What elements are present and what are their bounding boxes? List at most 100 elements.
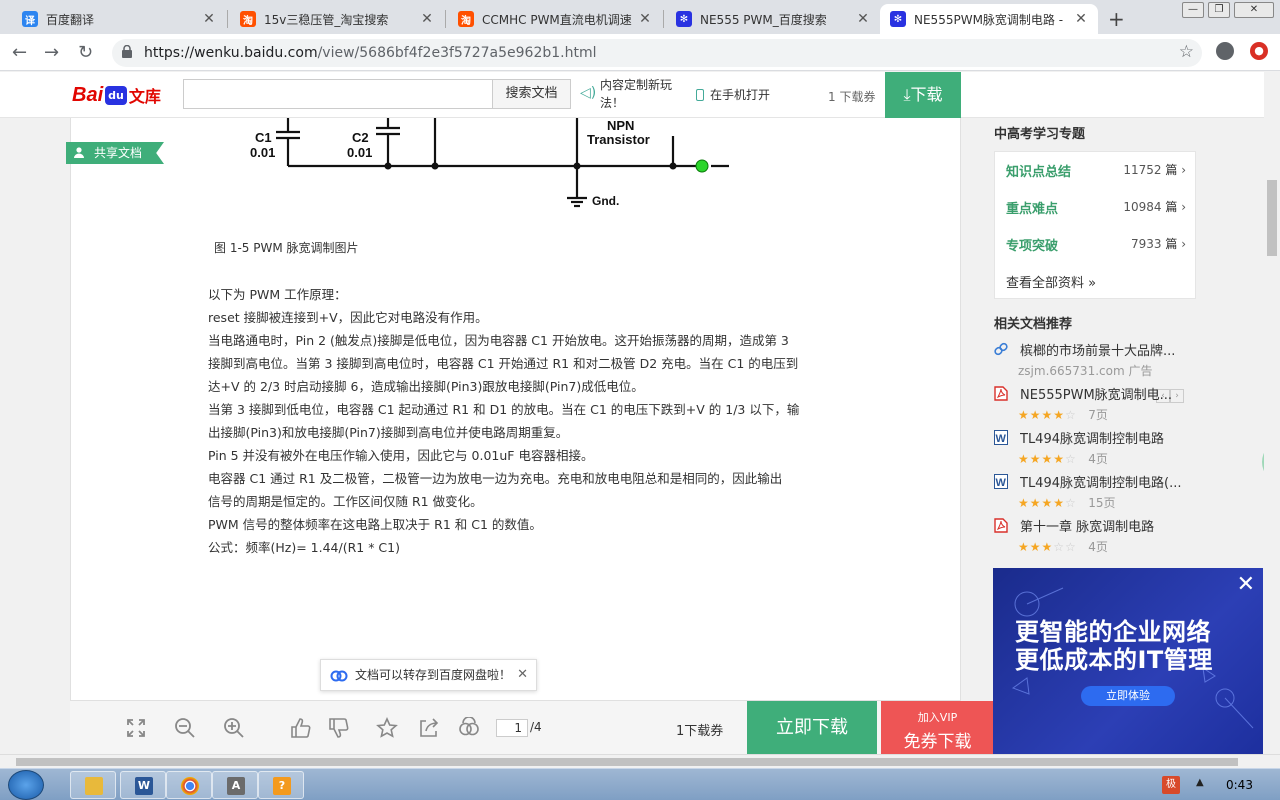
taobao-icon: 淘: [240, 11, 256, 27]
custom-content-link[interactable]: ◁) 内容定制新玩法！: [580, 76, 676, 112]
ime-indicator[interactable]: 极: [1162, 776, 1180, 794]
new-tab-button[interactable]: +: [1108, 7, 1125, 31]
bookmark-star-icon[interactable]: ☆: [1179, 42, 1194, 62]
browser-tab-strip: 译 百度翻译 ✕ 淘 15v三稳压管_淘宝搜索 ✕ 淘 CCMHC PWM直流电…: [0, 0, 1280, 34]
close-ad-icon[interactable]: ✕: [1237, 572, 1255, 597]
vip-join-label: 加入VIP: [917, 711, 958, 724]
browser-tab[interactable]: 译 百度翻译 ✕: [12, 4, 226, 34]
search-input[interactable]: 搜索文档: [183, 79, 571, 109]
clock[interactable]: 0:43: [1226, 778, 1253, 792]
view-all-link[interactable]: 查看全部资料 »: [1006, 272, 1096, 291]
browser-tab-active[interactable]: ✻ NE555PWM脉宽调制电路 - ✕: [880, 4, 1098, 34]
browser-toolbar: ← → ↻ https://wenku.baidu.com/view/5686b…: [0, 34, 1280, 71]
share-icon[interactable]: [418, 717, 440, 739]
gnd-label: Gnd.: [592, 194, 619, 208]
topic-item[interactable]: 重点难点 10984 篇 ›: [1006, 198, 1186, 217]
shared-document-tag: 共享文档: [66, 142, 164, 164]
save-to-netdisk-tip[interactable]: 文档可以转存到百度网盘啦！ ✕: [320, 659, 537, 691]
close-tab-icon[interactable]: ✕: [856, 11, 870, 27]
vertical-scrollbar[interactable]: [1264, 72, 1280, 754]
shared-document-label: 共享文档: [94, 146, 143, 160]
tab-divider: [445, 10, 446, 28]
close-tab-icon[interactable]: ✕: [202, 11, 216, 27]
tray-expand-icon[interactable]: ▲: [1196, 777, 1204, 788]
search-button[interactable]: 搜索文档: [492, 80, 570, 108]
topic-count: 7933 篇 ›: [1130, 237, 1186, 251]
maximize-button[interactable]: ❐: [1208, 2, 1230, 18]
logo-text-bai: Bai: [72, 83, 104, 106]
zoom-out-icon[interactable]: [174, 717, 196, 739]
advertisement-banner[interactable]: 更智能的企业网络 更低成本的IT管理 立即体验 ✕: [993, 568, 1263, 754]
taskbar-explorer[interactable]: [70, 771, 116, 799]
open-on-mobile-link[interactable]: 在手机打开: [696, 86, 770, 103]
taskbar-app[interactable]: ?: [258, 771, 304, 799]
page-count: 7页: [1088, 408, 1108, 422]
topic-name: 知识点总结: [1006, 165, 1072, 180]
extension-icon[interactable]: ●: [1250, 42, 1268, 60]
browser-tab[interactable]: 淘 15v三稳压管_淘宝搜索 ✕: [230, 4, 444, 34]
topic-item[interactable]: 专项突破 7933 篇 ›: [1006, 235, 1186, 254]
topic-count-number: 10984: [1123, 200, 1162, 214]
browser-tab[interactable]: 淘 CCMHC PWM直流电机调速 ✕: [448, 4, 662, 34]
body-line: 出接脚(Pin3)和放电接脚(Pin7)接脚到高电位并使电路周期重复。: [208, 425, 569, 440]
wenku-header: Bai du 文库 搜索文档 ◁) 内容定制新玩法！ 在手机打开 1 下载券 ⤓…: [0, 72, 1264, 118]
lock-icon: [122, 45, 132, 58]
word-icon: W: [994, 474, 1008, 489]
baidu-paw-icon: ✻: [676, 11, 692, 27]
word-app-icon: W: [135, 777, 153, 795]
topic-count-unit: 篇: [1165, 237, 1178, 251]
header-download-button[interactable]: ⤓下载: [885, 72, 961, 118]
related-doc-title: 第十一章 脉宽调制电路: [1020, 520, 1155, 535]
taobao-icon: 淘: [458, 11, 474, 27]
close-icon[interactable]: ✕: [517, 660, 528, 690]
related-doc-meta: ★★★★☆ 15页: [1018, 494, 1116, 511]
reload-button[interactable]: ↻: [78, 42, 93, 63]
body-line: 信号的周期是恒定的。工作区间仅随 R1 做变化。: [208, 494, 483, 509]
topic-item[interactable]: 知识点总结 11752 篇 ›: [1006, 161, 1186, 180]
page-count: 4页: [1088, 452, 1108, 466]
app-icon: ?: [273, 777, 291, 795]
minimize-button[interactable]: —: [1182, 2, 1204, 18]
thumbs-down-icon[interactable]: [328, 717, 350, 739]
taskbar-chrome[interactable]: [166, 771, 212, 799]
url-path: /view/5686bf4f2e3f5727a5e962b1.html: [317, 45, 597, 61]
browser-tab[interactable]: ✻ NE555 PWM_百度搜索 ✕: [666, 4, 880, 34]
document-body: 以下为 PWM 工作原理： reset 接脚被连接到+V，因此它对电路没有作用。…: [208, 283, 848, 559]
body-line: 达+V 的 2/3 时启动接脚 6，造成输出接脚(Pin3)跟放电接脚(Pin7…: [208, 379, 644, 394]
scroll-thumb[interactable]: [1267, 180, 1277, 256]
page-count: 4页: [1088, 540, 1108, 554]
scroll-thumb[interactable]: [16, 758, 1238, 766]
close-tab-icon[interactable]: ✕: [420, 11, 434, 27]
baidu-wenku-logo[interactable]: Bai du 文库: [72, 82, 161, 108]
favorite-star-icon[interactable]: [376, 717, 398, 739]
download-now-button[interactable]: 立即下载: [747, 701, 877, 754]
close-tab-icon[interactable]: ✕: [1074, 11, 1088, 27]
vip-free-download-button[interactable]: 加入VIP 免券下载: [881, 701, 994, 754]
pdf-icon: [994, 518, 1008, 533]
taskbar-altium[interactable]: A: [212, 771, 258, 799]
ad-cta-button[interactable]: 立即体验: [1081, 686, 1175, 706]
page-number-input[interactable]: 1: [496, 719, 528, 737]
forward-button[interactable]: →: [44, 42, 59, 63]
start-button[interactable]: [8, 770, 44, 800]
fullscreen-icon[interactable]: [125, 717, 147, 739]
save-tip-text: 文档可以转存到百度网盘啦！: [355, 668, 512, 682]
profile-avatar-icon[interactable]: [1216, 42, 1234, 60]
circuit-diagram: C1 0.01 C2 0.01 NPN Transistor Gnd.: [250, 118, 729, 208]
zoom-in-icon[interactable]: [223, 717, 245, 739]
related-doc-meta: ★★★★☆ 4页: [1018, 450, 1108, 467]
body-line: 当电路通电时，Pin 2 (触发点)接脚是低电位，因为电容器 C1 开始放电。这…: [208, 333, 789, 348]
tab-divider: [663, 10, 664, 28]
close-tab-icon[interactable]: ✕: [638, 11, 652, 27]
taskbar-word[interactable]: W: [120, 771, 166, 799]
body-line: 接脚到高电位。当第 3 接脚到高电位时，电容器 C1 开始通过 R1 和对二极管…: [208, 356, 799, 371]
logo-text-wenku: 文库: [128, 87, 161, 106]
address-bar[interactable]: https://wenku.baidu.com/view/5686bf4f2e3…: [112, 39, 1202, 67]
back-button[interactable]: ←: [12, 42, 27, 63]
thumbs-up-icon[interactable]: [290, 717, 312, 739]
horizontal-scrollbar[interactable]: [0, 754, 1280, 768]
body-line: 以下为 PWM 工作原理：: [208, 287, 347, 302]
netdisk-icon[interactable]: [458, 717, 480, 739]
altium-icon: A: [227, 777, 245, 795]
close-window-button[interactable]: ✕: [1234, 2, 1274, 18]
